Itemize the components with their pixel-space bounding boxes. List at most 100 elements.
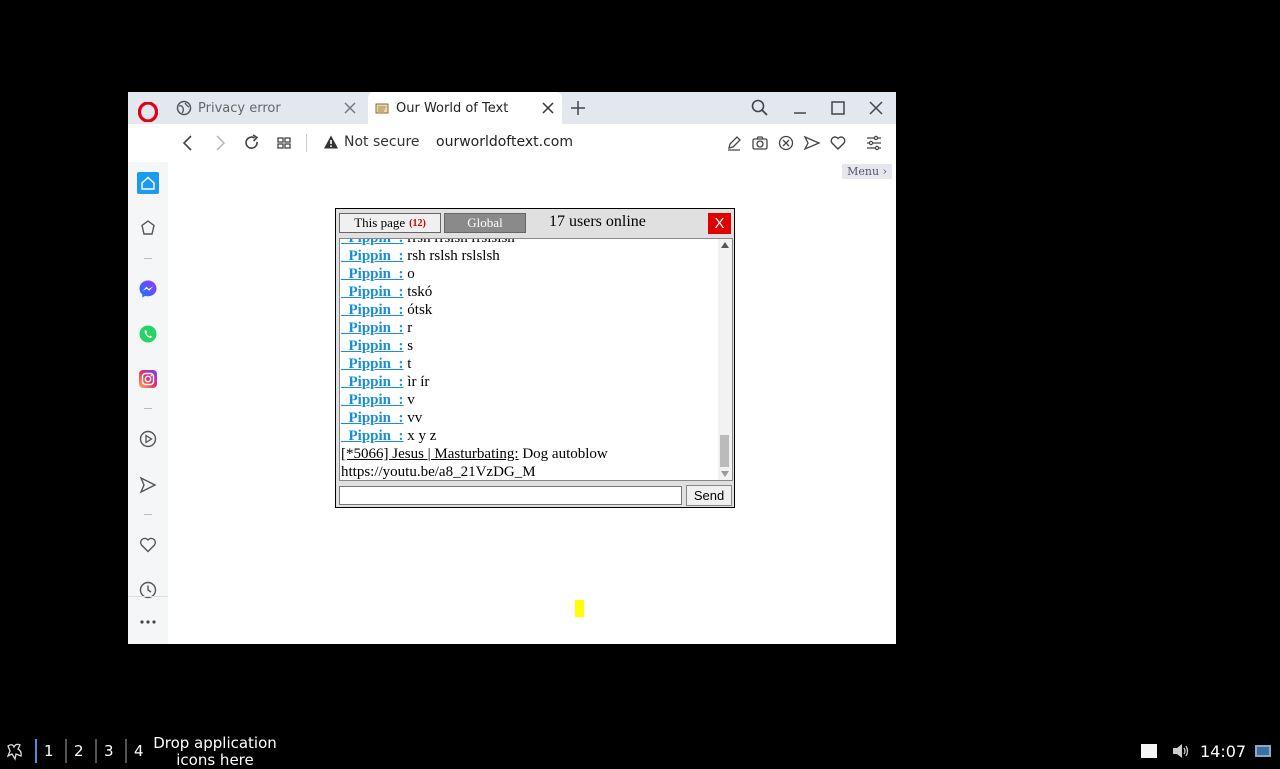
history-clock-icon[interactable]	[138, 580, 158, 600]
network-icon[interactable]	[1253, 741, 1273, 761]
chat-tab-this-page[interactable]: This page (12)	[339, 213, 441, 233]
home-icon[interactable]	[137, 172, 159, 194]
workspace-1[interactable]: 1	[44, 742, 54, 760]
speed-dial-icon[interactable]	[138, 218, 158, 238]
send-button[interactable]: Send	[686, 485, 732, 506]
app-menu-icon[interactable]	[4, 740, 26, 762]
scroll-up-arrow-icon[interactable]	[721, 242, 729, 248]
globe-icon	[176, 100, 192, 116]
message-nick[interactable]: [*5066] Jesus | Masturbating:	[341, 446, 519, 462]
bookmarks-heart-icon[interactable]	[138, 535, 158, 555]
chat-tab-global[interactable]: Global	[444, 213, 526, 233]
tab-title: Privacy error	[198, 100, 281, 116]
chat-tab-label: Global	[467, 215, 503, 230]
player-icon[interactable]	[138, 429, 158, 449]
edit-icon[interactable]	[724, 133, 744, 153]
tab-our-world-of-text[interactable]: Our World of Text	[368, 92, 562, 124]
message-nick[interactable]: _Pippin_:	[341, 266, 404, 282]
more-dots-icon[interactable]	[138, 612, 158, 632]
scroll-favicon-icon	[375, 103, 389, 114]
minimize-icon[interactable]	[790, 98, 810, 118]
taskbar: 1 2 3 4 Drop application icons here 14:0…	[0, 732, 1280, 769]
users-online: 17 users online	[549, 213, 646, 230]
tab-bar: Privacy error Our World of Text	[128, 92, 896, 124]
message-nick[interactable]: _Pippin_:	[341, 248, 404, 264]
notes-icon[interactable]	[1139, 741, 1159, 761]
easy-setup-icon[interactable]	[864, 133, 884, 153]
close-tab-icon[interactable]	[540, 100, 556, 116]
tab-privacy-error[interactable]: Privacy error	[170, 92, 364, 124]
message-nick[interactable]: _Pippin_:	[341, 374, 404, 390]
chat-window: This page (12) Global 17 users online X …	[335, 208, 735, 508]
warning-icon	[324, 135, 338, 149]
instagram-icon[interactable]	[138, 369, 158, 389]
new-tab-plus-icon[interactable]	[568, 98, 588, 118]
scrollbar-thumb[interactable]	[720, 435, 729, 467]
app-drop-zone: Drop application icons here	[153, 734, 277, 769]
message-text: Dog autoblow	[518, 446, 608, 462]
browser-window: Privacy error Our World of Text Not secu…	[128, 92, 896, 644]
address-bar: Not secure ourworldoftext.com	[168, 124, 896, 163]
message-text: x y z	[403, 428, 437, 444]
tab-grid-icon[interactable]	[274, 133, 294, 153]
chat-message-continuation: https://youtu.be/a8_21VzDG_M	[341, 464, 536, 480]
tab-title: Our World of Text	[396, 100, 509, 116]
message-nick[interactable]: _Pippin_:	[341, 356, 404, 372]
page-content: Menu › This page (12) Global 17 users on…	[168, 162, 896, 644]
security-indicator[interactable]: Not secure	[323, 134, 420, 150]
sidebar-separator	[144, 408, 152, 409]
unread-count: (12)	[409, 217, 426, 229]
close-tab-icon[interactable]	[342, 100, 358, 116]
message-nick[interactable]: _Pippin_:	[341, 338, 404, 354]
url-field[interactable]: ourworldoftext.com	[436, 134, 573, 150]
not-secure-label: Not secure	[344, 134, 420, 150]
message-text: ìr ír	[403, 374, 430, 390]
whatsapp-icon[interactable]	[138, 324, 158, 344]
chat-message: [*5066] Jesus | Masturbating: Dog autobl…	[340, 445, 720, 463]
opera-logo-icon[interactable]	[138, 102, 158, 122]
chat-message: _Pippin_: s	[340, 337, 720, 355]
ad-block-icon[interactable]	[776, 133, 796, 153]
maximize-icon[interactable]	[828, 98, 848, 118]
message-text: rrsh rrslsh rrslslsh	[403, 238, 515, 246]
close-window-icon[interactable]	[866, 98, 886, 118]
messenger-icon[interactable]	[138, 279, 158, 299]
message-text: r	[403, 320, 413, 336]
chat-message: _Pippin_: t	[340, 355, 720, 373]
message-text: o	[403, 266, 415, 282]
divider	[306, 134, 307, 152]
message-nick[interactable]: _Pippin_:	[341, 239, 404, 246]
text-cursor	[575, 600, 584, 617]
send-icon[interactable]	[802, 133, 822, 153]
chat-messages[interactable]: _Pippin_: rrsh rrslsh rrslslsh _Pippin_:…	[339, 238, 733, 481]
heart-icon[interactable]	[828, 133, 848, 153]
message-nick[interactable]: _Pippin_:	[341, 392, 404, 408]
message-text: v	[403, 392, 415, 408]
message-nick[interactable]: _Pippin_:	[341, 410, 404, 426]
volume-icon[interactable]	[1170, 741, 1190, 761]
message-nick[interactable]: _Pippin_:	[341, 320, 404, 336]
message-list: _Pippin_: rrsh rrslsh rrslslsh _Pippin_:…	[340, 238, 720, 480]
sidebar-divider	[128, 596, 168, 597]
menu-button[interactable]: Menu ›	[842, 164, 892, 179]
message-nick[interactable]: _Pippin_:	[341, 302, 404, 318]
back-icon[interactable]	[178, 133, 198, 153]
message-nick[interactable]: _Pippin_:	[341, 428, 404, 444]
workspace-3[interactable]: 3	[104, 742, 114, 760]
chat-scrollbar[interactable]	[718, 239, 732, 480]
chat-close-button[interactable]: X	[708, 213, 731, 234]
search-tabs-icon[interactable]	[750, 98, 770, 118]
scroll-down-arrow-icon[interactable]	[721, 471, 729, 477]
send-flow-icon[interactable]	[138, 475, 158, 495]
chat-message: _Pippin_: o	[340, 265, 720, 283]
workspace-2[interactable]: 2	[74, 742, 84, 760]
chat-input[interactable]	[339, 486, 682, 505]
workspace-separator	[125, 739, 127, 763]
forward-icon[interactable]	[210, 133, 230, 153]
workspace-4[interactable]: 4	[134, 742, 144, 760]
message-nick[interactable]: _Pippin_:	[341, 284, 404, 300]
message-text: ótsk	[403, 302, 433, 318]
workspace-separator	[65, 739, 67, 763]
camera-icon[interactable]	[750, 133, 770, 153]
reload-icon[interactable]	[242, 133, 262, 153]
